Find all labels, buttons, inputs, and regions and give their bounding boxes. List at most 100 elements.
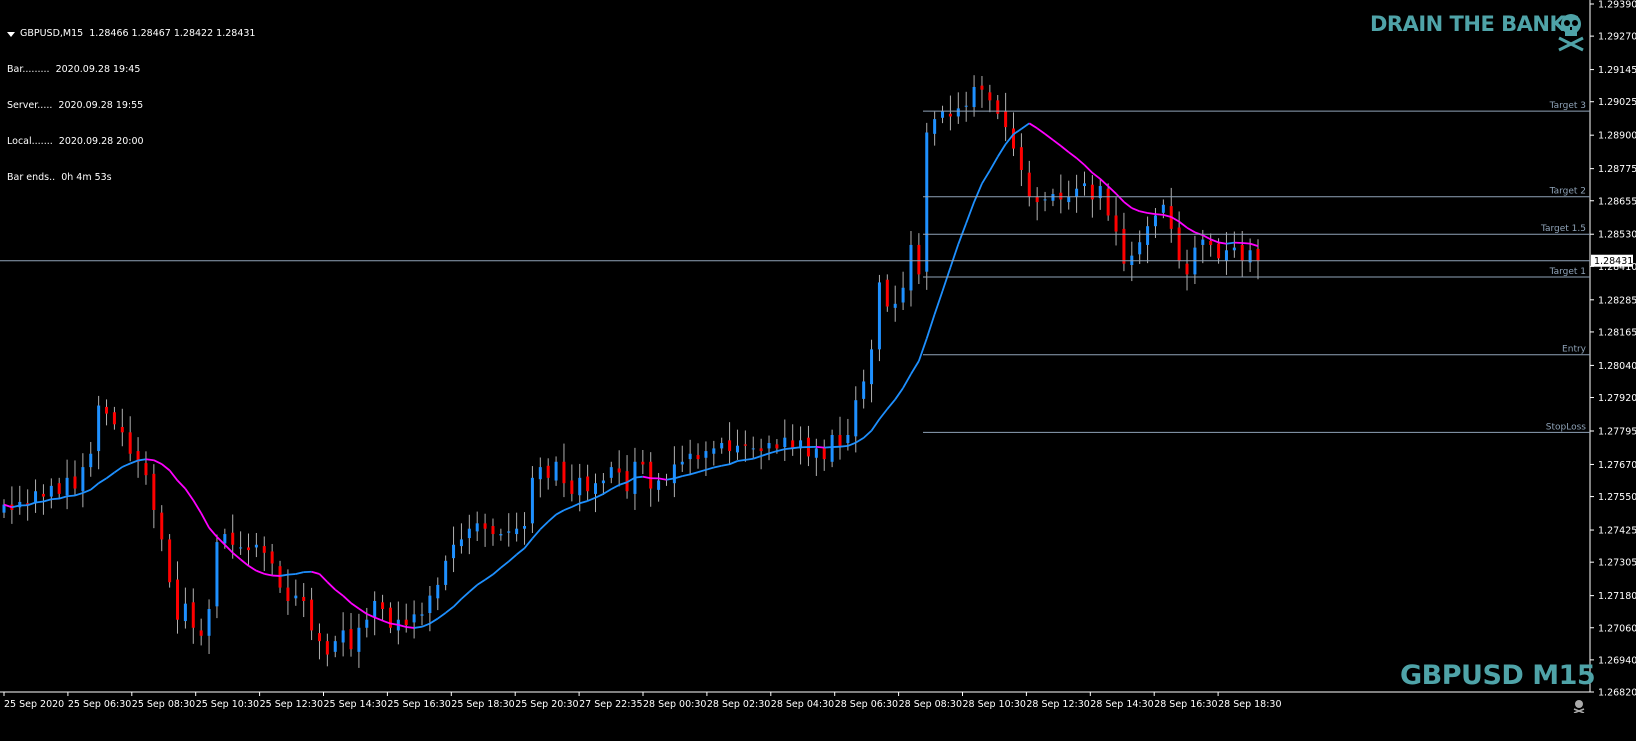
candle-body xyxy=(491,526,495,535)
candle-body xyxy=(317,633,321,642)
candle-body xyxy=(1004,111,1008,128)
level-label: Target 1 xyxy=(1549,267,1586,277)
candle-body xyxy=(262,546,266,553)
moving-average-segment xyxy=(1147,212,1156,216)
candle-body xyxy=(215,542,219,607)
candle-body xyxy=(649,461,653,489)
candle-body xyxy=(199,630,203,636)
candle-body xyxy=(1138,242,1142,255)
moving-average-segment xyxy=(634,475,643,479)
candle-body xyxy=(546,465,550,478)
moving-average-segment xyxy=(1076,157,1086,166)
candle-body xyxy=(838,435,842,446)
moving-average-segment xyxy=(1226,241,1235,245)
moving-average-segment xyxy=(1155,213,1164,216)
moving-average-segment xyxy=(697,468,707,473)
time-tick-label: 25 Sep 16:30 xyxy=(387,699,450,710)
candle-body xyxy=(814,448,818,458)
candle-body xyxy=(1019,147,1023,170)
moving-average-segment xyxy=(918,338,928,362)
level-label: Target 3 xyxy=(1549,101,1586,111)
time-tick-label: 25 Sep 10:30 xyxy=(196,699,259,710)
time-tick-label: 28 Sep 10:30 xyxy=(963,699,1026,710)
candle-body xyxy=(120,426,124,433)
moving-average-segment xyxy=(745,457,754,461)
moving-average-segment xyxy=(145,458,154,462)
time-tick-label: 25 Sep 12:30 xyxy=(260,699,323,710)
price-tick-label: 1.28040 xyxy=(1598,361,1636,372)
candle-body xyxy=(278,566,282,588)
time-tick-label: 28 Sep 02:30 xyxy=(707,699,770,710)
moving-average-segment xyxy=(413,625,423,629)
moving-average-segment xyxy=(1218,241,1227,245)
candle-body xyxy=(554,461,558,481)
moving-average-segment xyxy=(374,616,383,622)
candle-body xyxy=(530,477,534,524)
moving-average-segment xyxy=(1202,234,1212,241)
candle-body xyxy=(657,480,661,490)
moving-average-segment xyxy=(421,622,431,628)
info-server-time: Server..... 2020.09.28 19:55 xyxy=(7,100,144,111)
candle-body xyxy=(41,493,45,497)
candle-body xyxy=(341,630,345,643)
candle-body xyxy=(507,531,511,533)
time-tick-label: 27 Sep 22:35 xyxy=(579,699,642,710)
moving-average-segment xyxy=(941,267,952,292)
candle-body xyxy=(1075,188,1079,197)
current-price-label: 1.28431 xyxy=(1594,256,1633,267)
candle-body xyxy=(538,467,542,480)
time-tick-label: 25 Sep 2020 xyxy=(4,699,64,710)
moving-average-segment xyxy=(1115,193,1125,203)
candle-body xyxy=(81,467,85,492)
moving-average-segment xyxy=(682,473,691,477)
time-tick-label: 25 Sep 08:30 xyxy=(132,699,195,710)
candle-body xyxy=(1161,204,1165,213)
moving-average-segment xyxy=(792,446,801,450)
symbol-quote: GBPUSD,M15 1.28466 1.28467 1.28422 1.284… xyxy=(20,28,256,39)
candle-body xyxy=(956,108,960,117)
small-skull-icon xyxy=(1573,700,1585,713)
moving-average-segment xyxy=(1131,207,1141,213)
candle-body xyxy=(1012,128,1016,149)
moving-average-segment xyxy=(1060,145,1070,153)
candle-body xyxy=(333,641,337,652)
moving-average-segment xyxy=(1249,242,1259,247)
moving-average-segment xyxy=(965,201,975,224)
price-tick-label: 1.29145 xyxy=(1598,65,1636,76)
moving-average-segment xyxy=(847,441,857,447)
candle-body xyxy=(1059,192,1063,200)
candle-body xyxy=(412,614,416,623)
candle-body xyxy=(499,534,503,536)
candle-body xyxy=(601,480,605,484)
moving-average-segment xyxy=(752,455,762,460)
candle-body xyxy=(735,445,739,453)
dropdown-icon[interactable] xyxy=(7,31,15,37)
moving-average-segment xyxy=(721,463,730,467)
candle-body xyxy=(720,443,724,449)
candle-body xyxy=(160,512,164,540)
moving-average-segment xyxy=(232,552,242,561)
moving-average-segment xyxy=(523,537,534,549)
candle-body xyxy=(112,412,116,425)
price-tick-label: 1.26940 xyxy=(1598,655,1636,666)
moving-average-segment xyxy=(902,373,912,389)
time-tick-label: 28 Sep 16:30 xyxy=(1154,699,1217,710)
moving-average-segment xyxy=(1242,242,1251,245)
candle-body xyxy=(941,111,945,118)
moving-average-segment xyxy=(949,243,960,268)
candle-body xyxy=(1035,196,1039,203)
candle-body xyxy=(475,523,479,532)
level-label: Target 2 xyxy=(1549,187,1586,197)
moving-average-segment xyxy=(816,445,825,449)
candle-body xyxy=(862,381,866,399)
moving-average-segment xyxy=(705,466,715,471)
candle-body xyxy=(302,596,306,601)
candle-body xyxy=(436,584,440,599)
moving-average-segment xyxy=(429,617,439,625)
candle-body xyxy=(444,560,448,585)
moving-average-segment xyxy=(713,464,722,469)
time-tick-label: 25 Sep 18:30 xyxy=(451,699,514,710)
candle-body xyxy=(743,444,747,446)
candle-body xyxy=(310,599,314,631)
candle-body xyxy=(617,468,621,473)
